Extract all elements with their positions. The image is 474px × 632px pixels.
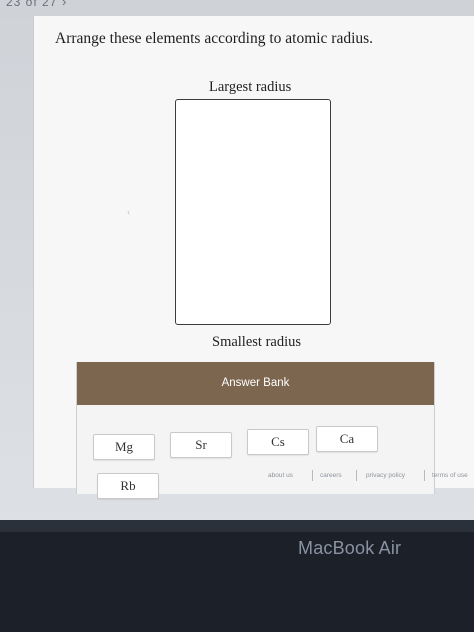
footer-link-privacy[interactable]: privacy policy: [366, 472, 405, 479]
footer-divider: [424, 470, 425, 481]
answer-chip-sr[interactable]: Sr: [170, 432, 232, 458]
footer-link-careers[interactable]: careers: [320, 472, 342, 479]
question-counter: 23 of 27: [6, 0, 58, 9]
laptop-bezel-edge: [0, 520, 474, 532]
answer-chip-cs[interactable]: Cs: [247, 429, 309, 455]
answer-chip-mg[interactable]: Mg: [93, 434, 155, 460]
question-card: Arrange these elements according to atom…: [33, 16, 474, 499]
ranking-drop-zone[interactable]: ‹: [127, 99, 331, 325]
answer-chip-rb[interactable]: Rb: [97, 473, 159, 499]
footer-link-about[interactable]: about us: [268, 472, 293, 479]
cursor-icon: ‹: [127, 207, 130, 217]
answer-bank-title: Answer Bank: [77, 362, 434, 405]
question-text: Arrange these elements according to atom…: [55, 30, 374, 47]
answer-chip-ca[interactable]: Ca: [316, 426, 378, 452]
laptop-brand-label: MacBook Air: [298, 538, 402, 558]
footer-divider: [356, 470, 357, 481]
footer-link-terms[interactable]: terms of use: [432, 472, 468, 479]
next-chevron-icon[interactable]: ›: [62, 0, 66, 9]
screen: 23 of 27 › Arrange these elements accord…: [0, 0, 474, 520]
smallest-radius-label: Smallest radius: [212, 334, 302, 350]
footer-links: about us careers privacy policy terms of…: [230, 466, 474, 484]
largest-radius-label: Largest radius: [209, 79, 292, 95]
footer-divider: [312, 470, 313, 481]
